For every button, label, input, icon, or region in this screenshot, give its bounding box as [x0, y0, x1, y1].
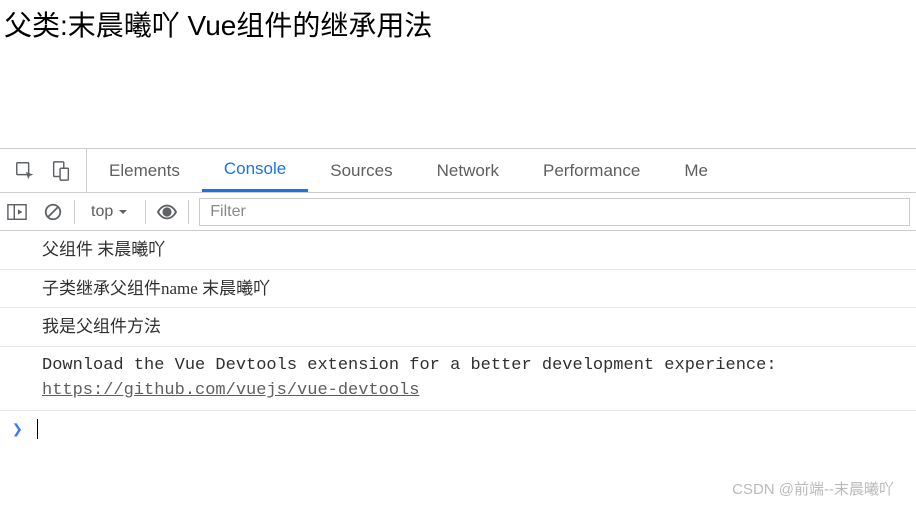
console-message: 父组件 末晨曦吖 — [0, 231, 916, 270]
device-toggle-icon[interactable] — [50, 160, 72, 182]
console-message: 我是父组件方法 — [0, 308, 916, 347]
console-toolbar: top — [0, 193, 916, 231]
prompt-caret-icon: ❯ — [12, 419, 23, 440]
tab-performance[interactable]: Performance — [521, 149, 662, 192]
watermark: CSDN @前端--末晨曦吖 — [732, 478, 894, 499]
tab-memory[interactable]: Me — [662, 149, 730, 192]
filter-input[interactable] — [199, 198, 910, 226]
tab-console[interactable]: Console — [202, 149, 308, 192]
devtools-tabbar: Elements Console Sources Network Perform… — [0, 149, 916, 193]
tab-network[interactable]: Network — [415, 149, 521, 192]
console-prompt[interactable]: ❯ — [0, 411, 916, 448]
context-dropdown[interactable]: top — [85, 201, 135, 223]
chevron-down-icon — [117, 206, 129, 218]
tab-elements[interactable]: Elements — [87, 149, 202, 192]
clear-console-icon[interactable] — [42, 201, 64, 223]
toggle-sidebar-icon[interactable] — [6, 201, 28, 223]
inspect-element-icon[interactable] — [14, 160, 36, 182]
live-expression-icon[interactable] — [156, 201, 178, 223]
devtools-link[interactable]: https://github.com/vuejs/vue-devtools — [42, 381, 419, 400]
tab-sources[interactable]: Sources — [308, 149, 414, 192]
context-label: top — [91, 203, 113, 221]
text-cursor — [37, 419, 38, 439]
console-message: 子类继承父组件name 末晨曦吖 — [0, 270, 916, 309]
console-output: 父组件 末晨曦吖 子类继承父组件name 末晨曦吖 我是父组件方法 Downlo… — [0, 231, 916, 448]
devtools-panel: Elements Console Sources Network Perform… — [0, 148, 916, 519]
page-title: 父类:末晨曦吖 Vue组件的继承用法 — [4, 0, 912, 44]
console-message: Download the Vue Devtools extension for … — [0, 347, 916, 411]
